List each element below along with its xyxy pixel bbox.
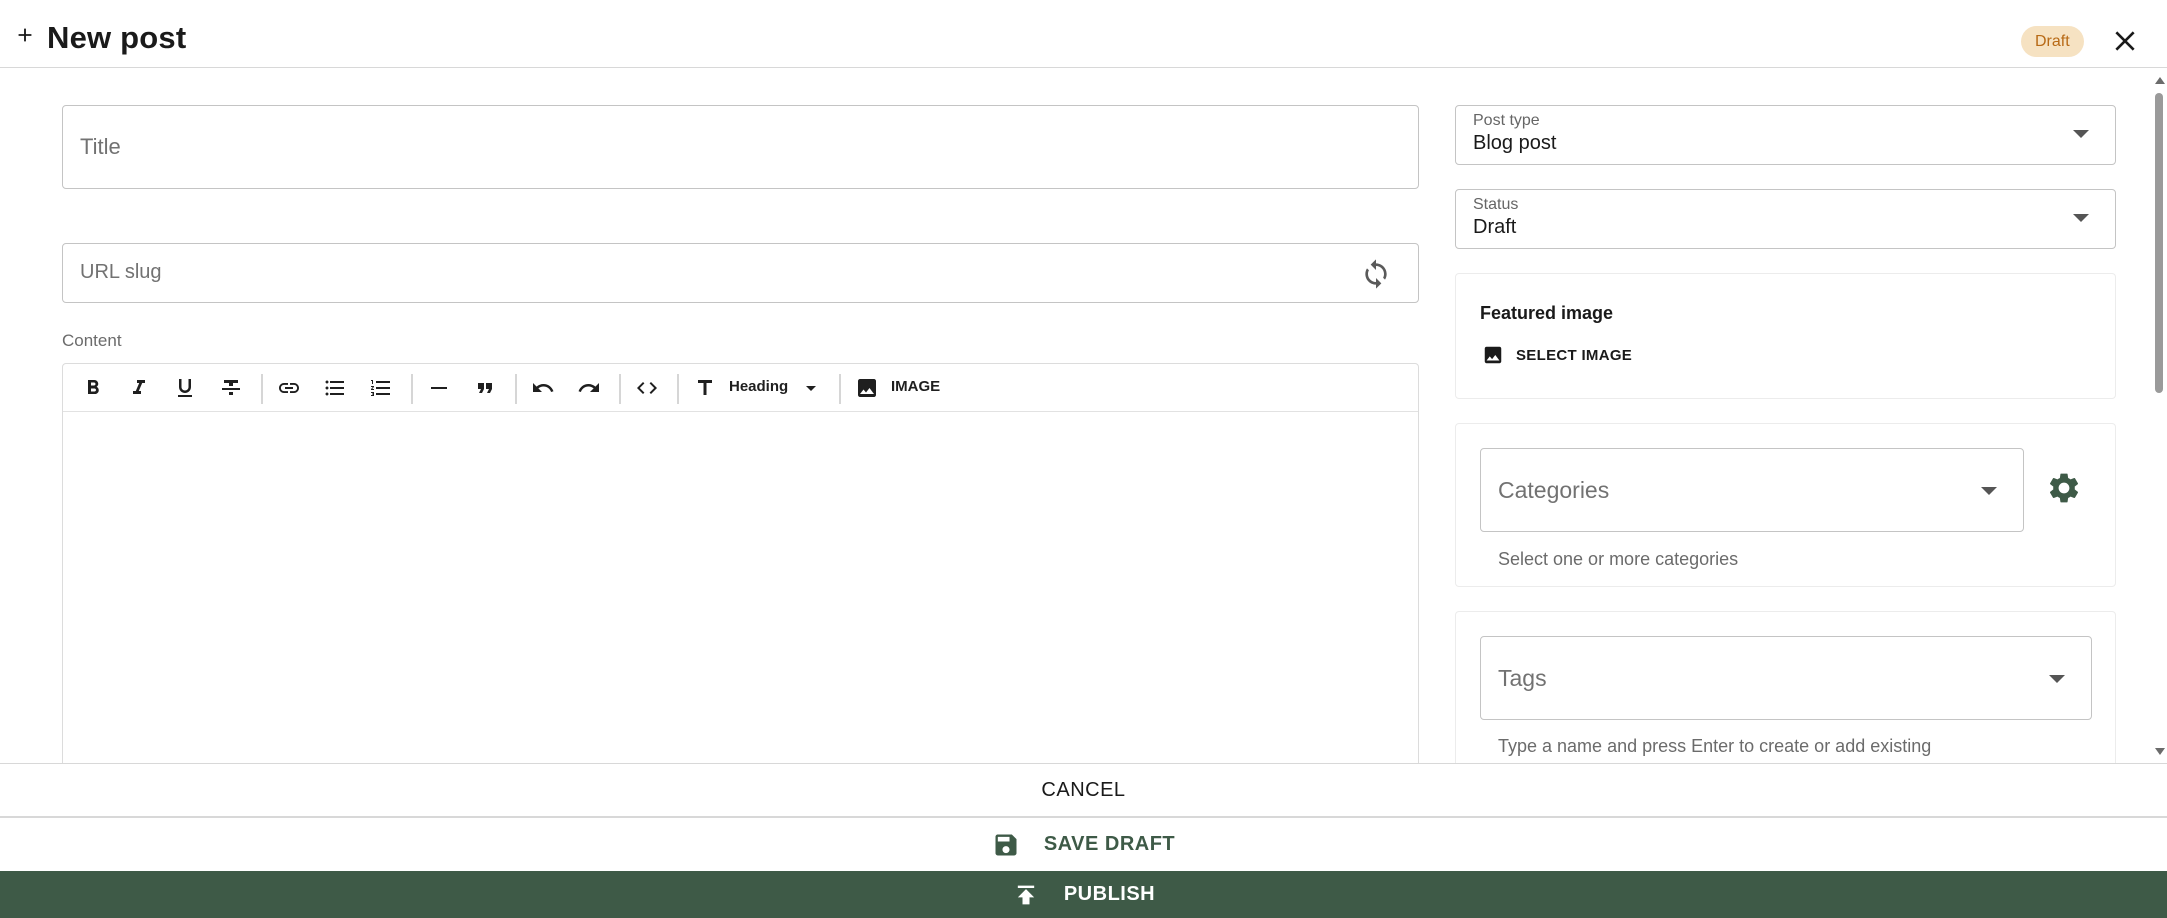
toolbar-divider bbox=[619, 374, 621, 404]
content-label: Content bbox=[62, 331, 122, 350]
vertical-scrollbar[interactable] bbox=[2151, 69, 2167, 763]
dropdown-arrow-icon bbox=[2073, 130, 2089, 138]
image-icon bbox=[1484, 346, 1502, 364]
cancel-label: CANCEL bbox=[1041, 778, 1126, 801]
undo-icon[interactable] bbox=[529, 374, 557, 402]
scroll-up-arrow-icon[interactable] bbox=[2155, 77, 2165, 84]
tags-placeholder: Tags bbox=[1498, 665, 1547, 691]
bold-icon[interactable] bbox=[79, 374, 107, 402]
insert-image-button[interactable]: IMAGE bbox=[891, 378, 940, 395]
tags-helper-text: Type a name and press Enter to create or… bbox=[1498, 736, 1932, 756]
categories-helper-text: Select one or more categories bbox=[1498, 549, 1739, 569]
redo-icon[interactable] bbox=[575, 374, 603, 402]
categories-card: Categories Select one or more categories bbox=[1455, 423, 2116, 587]
select-image-button[interactable]: SELECT IMAGE bbox=[1482, 342, 1632, 368]
post-type-value: Blog post bbox=[1473, 132, 1557, 154]
featured-image-title: Featured image bbox=[1480, 303, 1614, 323]
chevron-down-icon[interactable] bbox=[797, 374, 825, 402]
refresh-slug-icon[interactable] bbox=[1360, 258, 1392, 290]
dialog-header: New post Draft bbox=[0, 0, 2167, 68]
quote-icon[interactable] bbox=[471, 374, 499, 402]
scrollbar-thumb[interactable] bbox=[2155, 93, 2163, 393]
publish-button[interactable]: PUBLISH bbox=[0, 871, 2167, 918]
page-title: New post bbox=[47, 20, 187, 55]
numbered-list-icon[interactable] bbox=[367, 374, 395, 402]
categories-placeholder: Categories bbox=[1498, 477, 1610, 503]
content-editor[interactable]: Heading IMAGE bbox=[62, 363, 1419, 763]
gear-icon[interactable] bbox=[2046, 470, 2082, 506]
post-type-label: Post type bbox=[1473, 112, 1540, 129]
plus-icon bbox=[18, 28, 32, 42]
dropdown-arrow-icon bbox=[1981, 487, 1997, 495]
post-type-select[interactable]: Post type Blog post bbox=[1455, 105, 2116, 165]
code-icon[interactable] bbox=[633, 374, 661, 402]
status-value: Draft bbox=[1473, 216, 1517, 238]
underline-icon[interactable] bbox=[171, 374, 199, 402]
dialog-footer: CANCEL SAVE DRAFT PUBLISH bbox=[0, 763, 2167, 918]
close-icon[interactable] bbox=[2112, 28, 2138, 54]
status-select[interactable]: Status Draft bbox=[1455, 189, 2116, 249]
tags-input[interactable]: Tags bbox=[1480, 636, 2092, 720]
toolbar-divider bbox=[515, 374, 517, 404]
tags-card: Tags Type a name and press Enter to crea… bbox=[1455, 611, 2116, 763]
cancel-button[interactable]: CANCEL bbox=[0, 763, 2167, 817]
save-icon bbox=[995, 834, 1017, 855]
text-heading-icon[interactable] bbox=[691, 374, 719, 402]
toolbar-divider bbox=[677, 374, 679, 404]
horizontal-rule-icon[interactable] bbox=[425, 374, 453, 402]
publish-label: PUBLISH bbox=[1063, 883, 1156, 905]
form-body: Title URL slug Content Heading IMAGE Pos… bbox=[0, 69, 2167, 763]
save-draft-button[interactable]: SAVE DRAFT bbox=[0, 817, 2167, 871]
url-slug-placeholder: URL slug bbox=[80, 261, 162, 283]
toolbar-divider bbox=[261, 374, 263, 404]
bulleted-list-icon[interactable] bbox=[321, 374, 349, 402]
image-icon[interactable] bbox=[853, 374, 881, 402]
dropdown-arrow-icon bbox=[2049, 675, 2065, 683]
featured-image-card: Featured image SELECT IMAGE bbox=[1455, 273, 2116, 399]
status-label: Status bbox=[1473, 196, 1519, 213]
dropdown-arrow-icon bbox=[2073, 214, 2089, 222]
italic-icon[interactable] bbox=[125, 374, 153, 402]
save-draft-label: SAVE DRAFT bbox=[1043, 833, 1176, 855]
select-image-label: SELECT IMAGE bbox=[1516, 346, 1633, 364]
editor-toolbar: Heading IMAGE bbox=[63, 364, 1418, 412]
url-slug-input[interactable]: URL slug bbox=[62, 243, 1419, 303]
title-input[interactable]: Title bbox=[62, 105, 1419, 189]
scroll-down-arrow-icon[interactable] bbox=[2155, 748, 2165, 755]
publish-icon bbox=[1017, 885, 1035, 904]
status-badge: Draft bbox=[2021, 26, 2084, 57]
heading-dropdown-label[interactable]: Heading bbox=[729, 378, 788, 395]
title-placeholder: Title bbox=[80, 134, 121, 159]
toolbar-divider bbox=[411, 374, 413, 404]
strikethrough-icon[interactable] bbox=[217, 374, 245, 402]
categories-select[interactable]: Categories bbox=[1480, 448, 2024, 532]
link-icon[interactable] bbox=[275, 374, 303, 402]
toolbar-divider bbox=[839, 374, 841, 404]
